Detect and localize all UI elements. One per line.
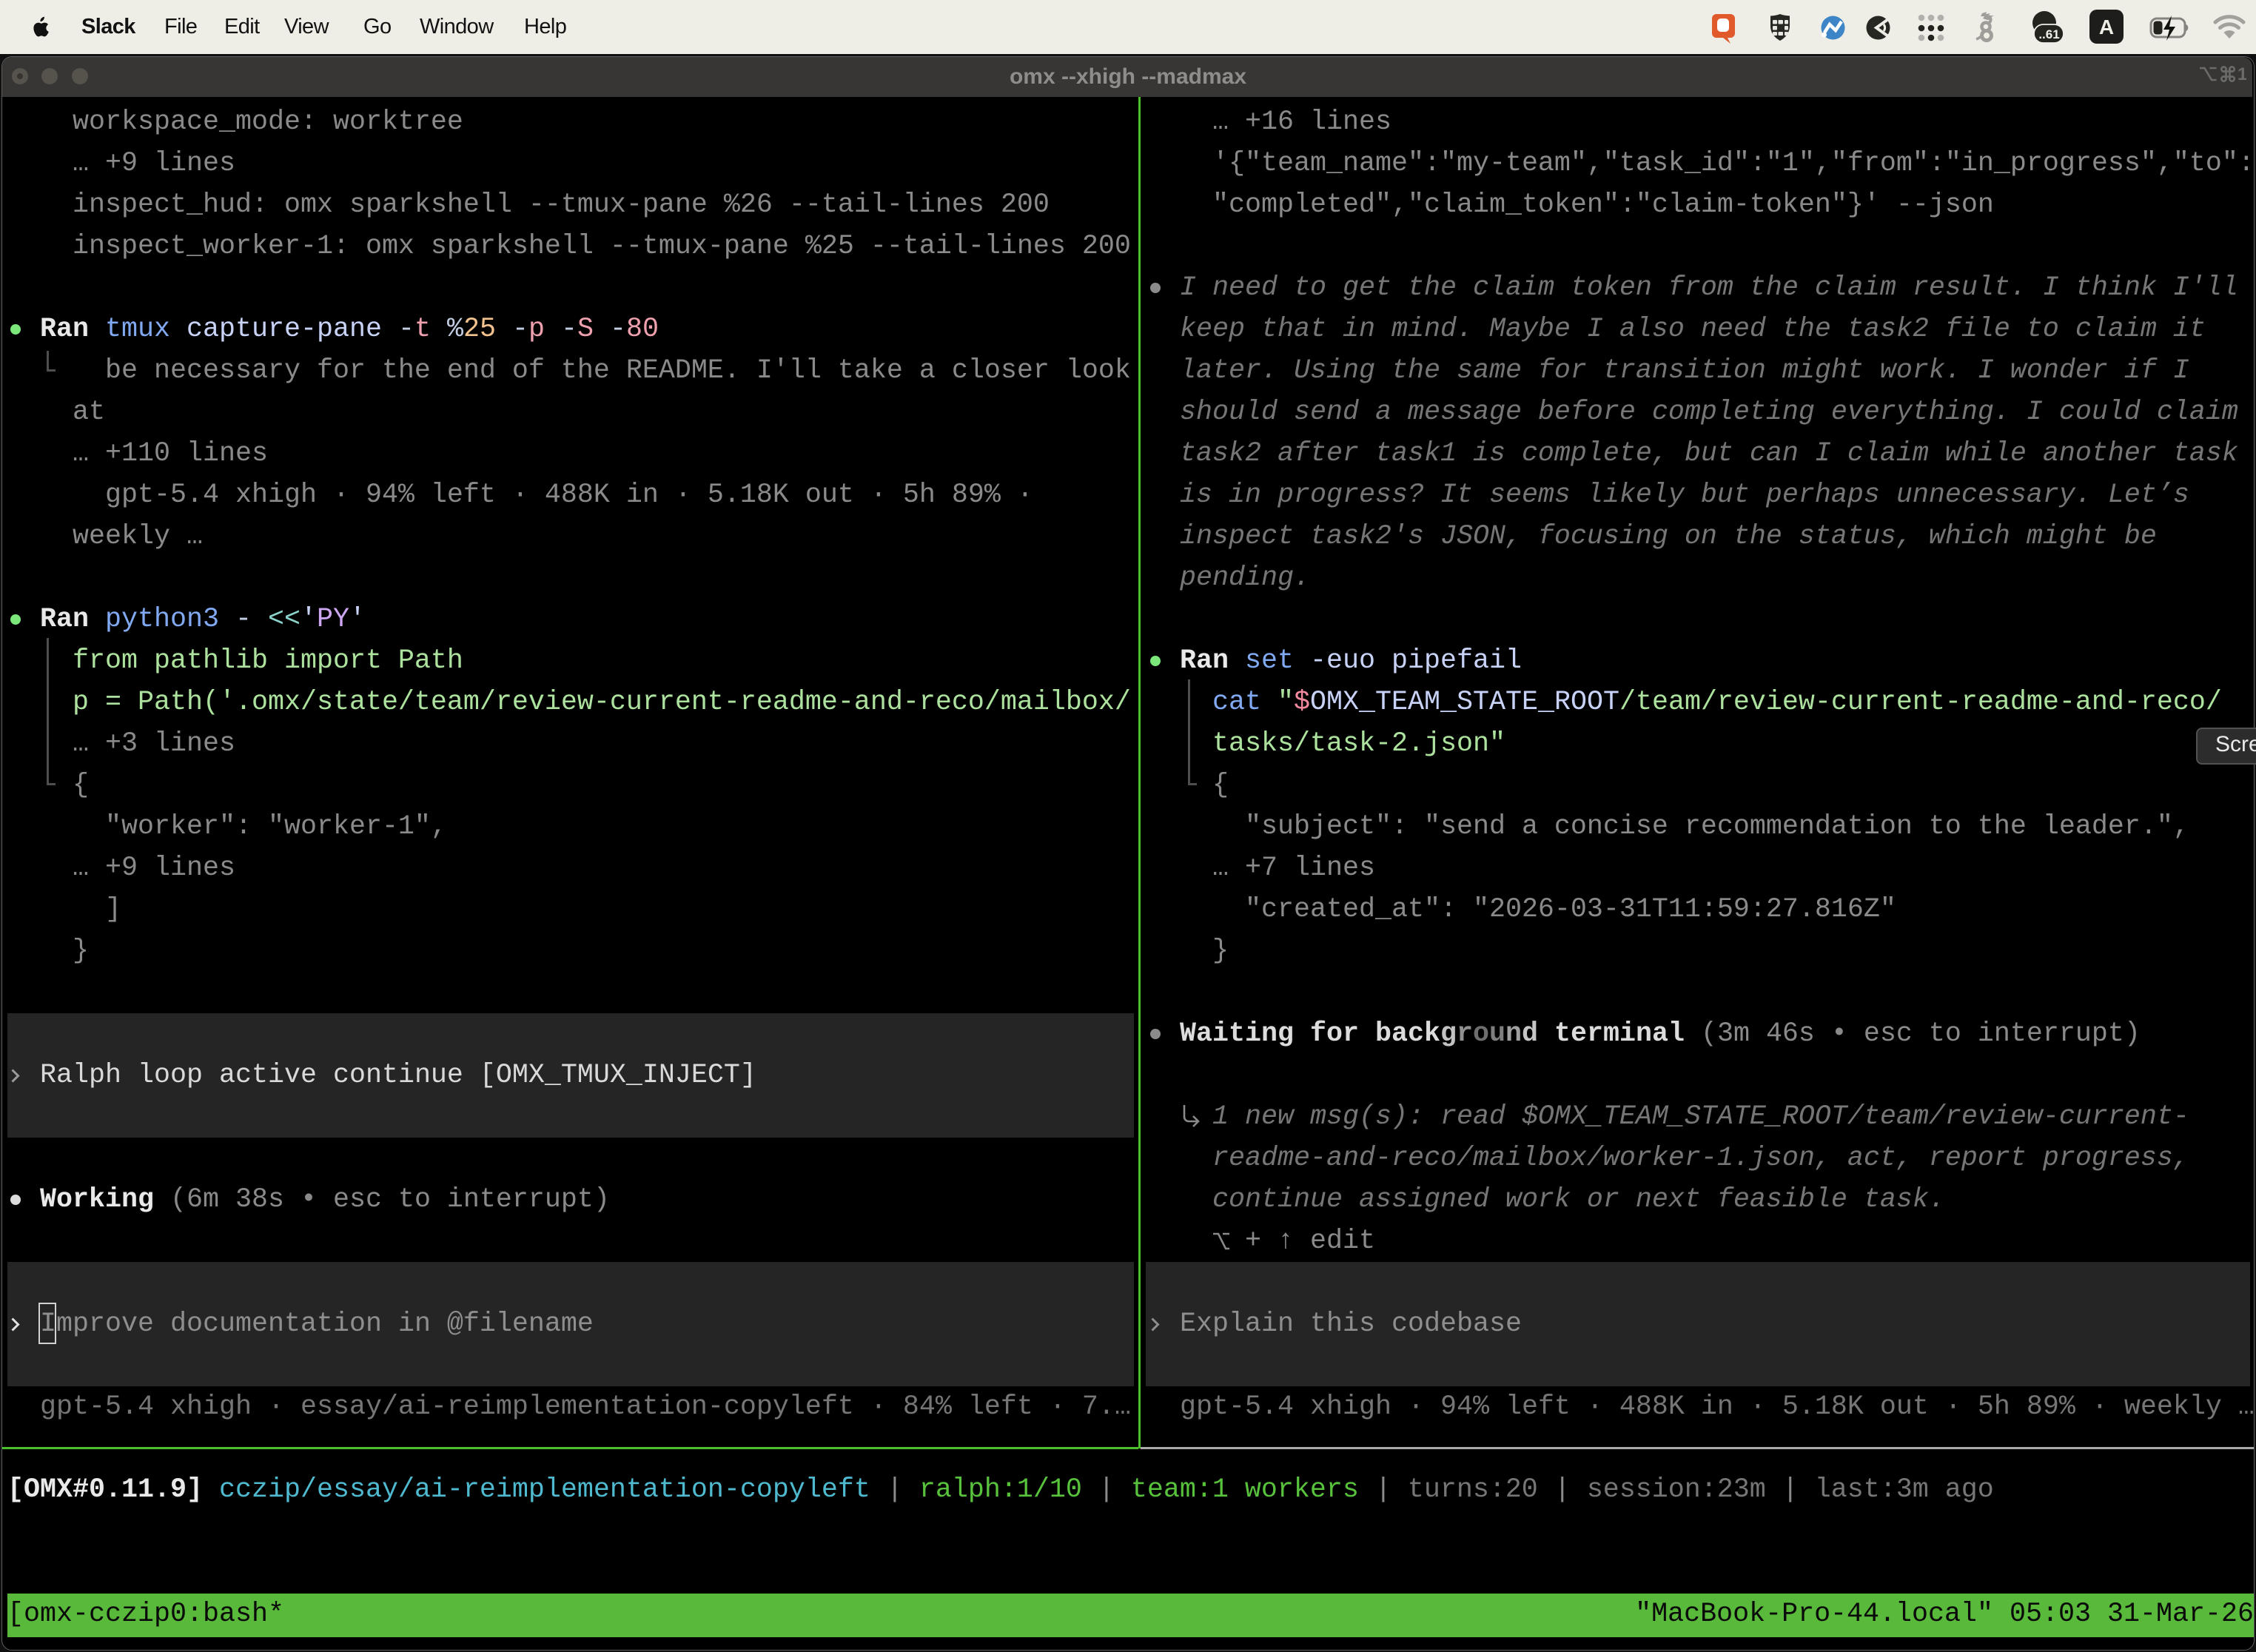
svg-text:1: 1: [2237, 65, 2246, 83]
svg-text:..61: ..61: [2038, 27, 2059, 41]
svg-text:A: A: [2099, 16, 2114, 38]
